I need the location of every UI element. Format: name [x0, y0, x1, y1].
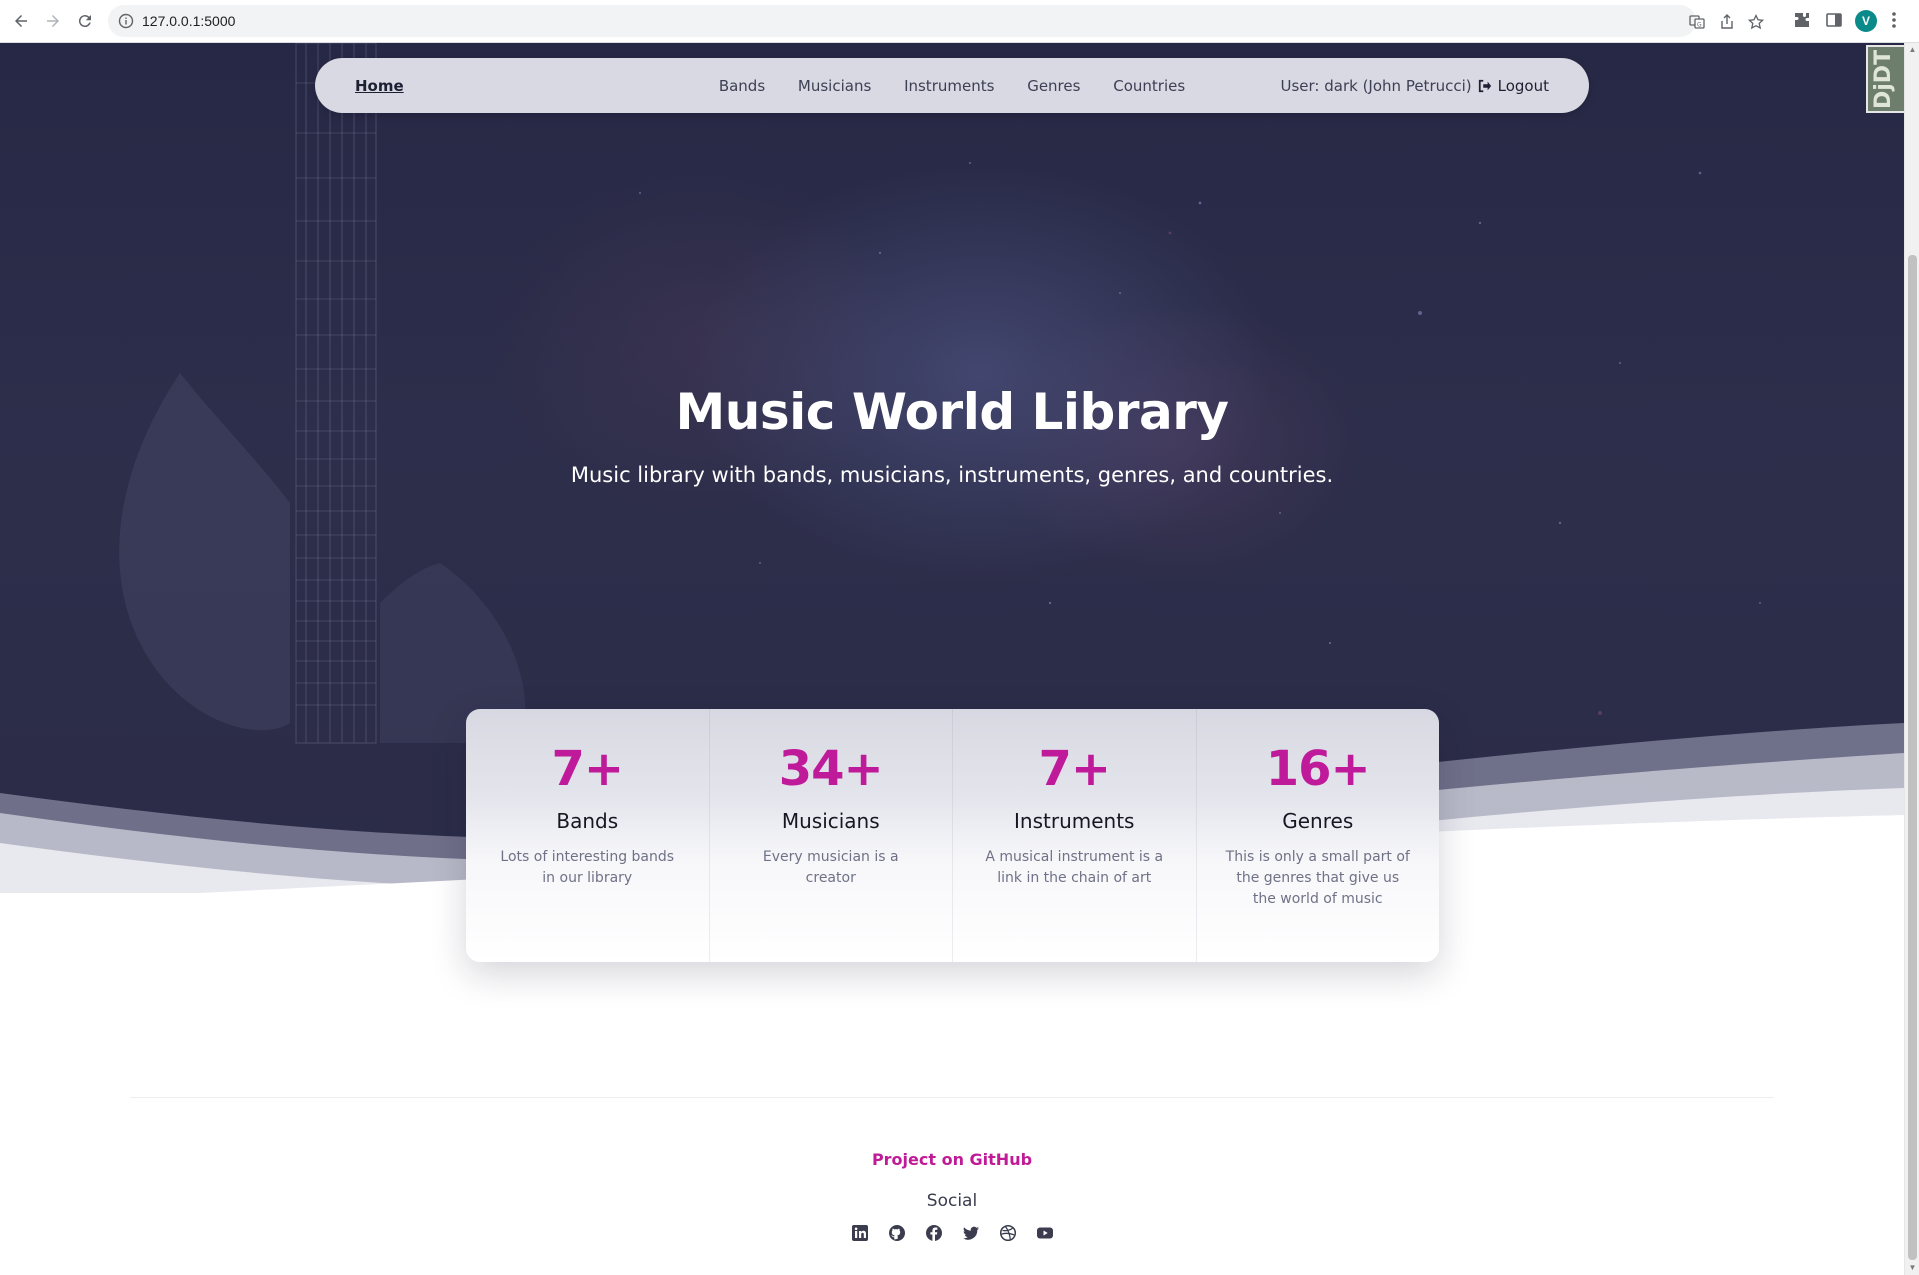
social-heading: Social	[926, 1191, 978, 1211]
translate-icon[interactable]: G	[1689, 14, 1705, 30]
stats-card: 7+ Bands Lots of interesting bands in ou…	[466, 709, 1439, 962]
svg-text:G: G	[1697, 22, 1702, 29]
nav-home-link[interactable]: Home	[355, 77, 404, 95]
forward-icon[interactable]	[42, 10, 64, 32]
browser-toolbar: 127.0.0.1:5000 G V	[0, 0, 1919, 43]
stat-label: Instruments	[1014, 809, 1135, 833]
nav-instruments-link[interactable]: Instruments	[904, 77, 994, 95]
stat-value: 7+	[551, 741, 624, 797]
dribbble-icon[interactable]	[999, 1224, 1017, 1242]
footer-divider	[130, 1097, 1774, 1098]
stat-description: Every musician is a creator	[762, 849, 899, 886]
nav-musicians-link[interactable]: Musicians	[798, 77, 871, 95]
hero-title: Music World Library	[675, 383, 1229, 441]
page-scrollbar[interactable]: ▲ ▼	[1904, 43, 1919, 1275]
side-panel-icon[interactable]	[1825, 11, 1843, 29]
stat-description: This is only a small part of the genres …	[1225, 849, 1410, 907]
info-icon[interactable]	[118, 13, 134, 29]
menu-icon[interactable]	[1891, 11, 1897, 29]
stat-musicians: 34+ Musicians Every musician is a creato…	[708, 709, 953, 962]
social-links	[0, 1224, 1904, 1242]
debug-toolbar-toggle[interactable]: DjDT	[1866, 45, 1904, 113]
nav-countries-link[interactable]: Countries	[1113, 77, 1185, 95]
star-icon[interactable]	[1748, 14, 1764, 30]
scrollbar-thumb[interactable]	[1908, 255, 1917, 1260]
reload-icon[interactable]	[74, 10, 96, 32]
github-project-link[interactable]: Project on GitHub	[0, 1150, 1904, 1169]
stat-value: 34+	[778, 741, 884, 797]
nav-genres-link[interactable]: Genres	[1027, 77, 1080, 95]
share-icon[interactable]	[1719, 14, 1735, 30]
logout-icon	[1478, 79, 1491, 93]
stat-genres: 16+ Genres This is only a small part of …	[1195, 709, 1440, 962]
stat-instruments: 7+ Instruments A musical instrument is a…	[952, 709, 1196, 962]
user-area: User: dark (John Petrucci) Logout	[1281, 77, 1550, 95]
stat-label: Musicians	[781, 809, 880, 833]
page-viewport: Music World Library Music library with b…	[0, 43, 1904, 1275]
user-name: User: dark (John Petrucci)	[1280, 77, 1472, 95]
logout-link[interactable]: Logout	[1478, 77, 1549, 95]
stat-value: 7+	[1038, 741, 1111, 797]
stat-value: 16+	[1265, 741, 1371, 797]
nav-bands-link[interactable]: Bands	[719, 77, 765, 95]
github-icon[interactable]	[888, 1224, 906, 1242]
logout-label: Logout	[1497, 77, 1549, 95]
stat-description: A musical instrument is a link in the ch…	[985, 849, 1164, 886]
linkedin-icon[interactable]	[851, 1224, 869, 1242]
stat-label: Bands	[556, 809, 619, 833]
extensions-icon[interactable]	[1793, 11, 1811, 29]
debug-toolbar-label: DjDT	[1871, 49, 1896, 109]
facebook-icon[interactable]	[925, 1224, 943, 1242]
profile-avatar[interactable]: V	[1855, 10, 1877, 32]
stat-bands: 7+ Bands Lots of interesting bands in ou…	[466, 709, 709, 962]
url-text[interactable]: 127.0.0.1:5000	[142, 13, 235, 29]
twitter-icon[interactable]	[962, 1224, 980, 1242]
address-bar[interactable]: 127.0.0.1:5000 G	[108, 5, 1764, 37]
scroll-down-icon[interactable]: ▼	[1908, 1263, 1917, 1272]
youtube-icon[interactable]	[1036, 1224, 1054, 1242]
stat-description: Lots of interesting bands in our library	[500, 849, 675, 886]
scroll-up-icon[interactable]: ▲	[1908, 45, 1917, 54]
back-icon[interactable]	[10, 10, 32, 32]
hero-subtitle: Music library with bands, musicians, ins…	[570, 463, 1334, 487]
main-navbar: Home Bands Musicians Instruments Genres …	[315, 58, 1589, 113]
stat-label: Genres	[1282, 809, 1354, 833]
